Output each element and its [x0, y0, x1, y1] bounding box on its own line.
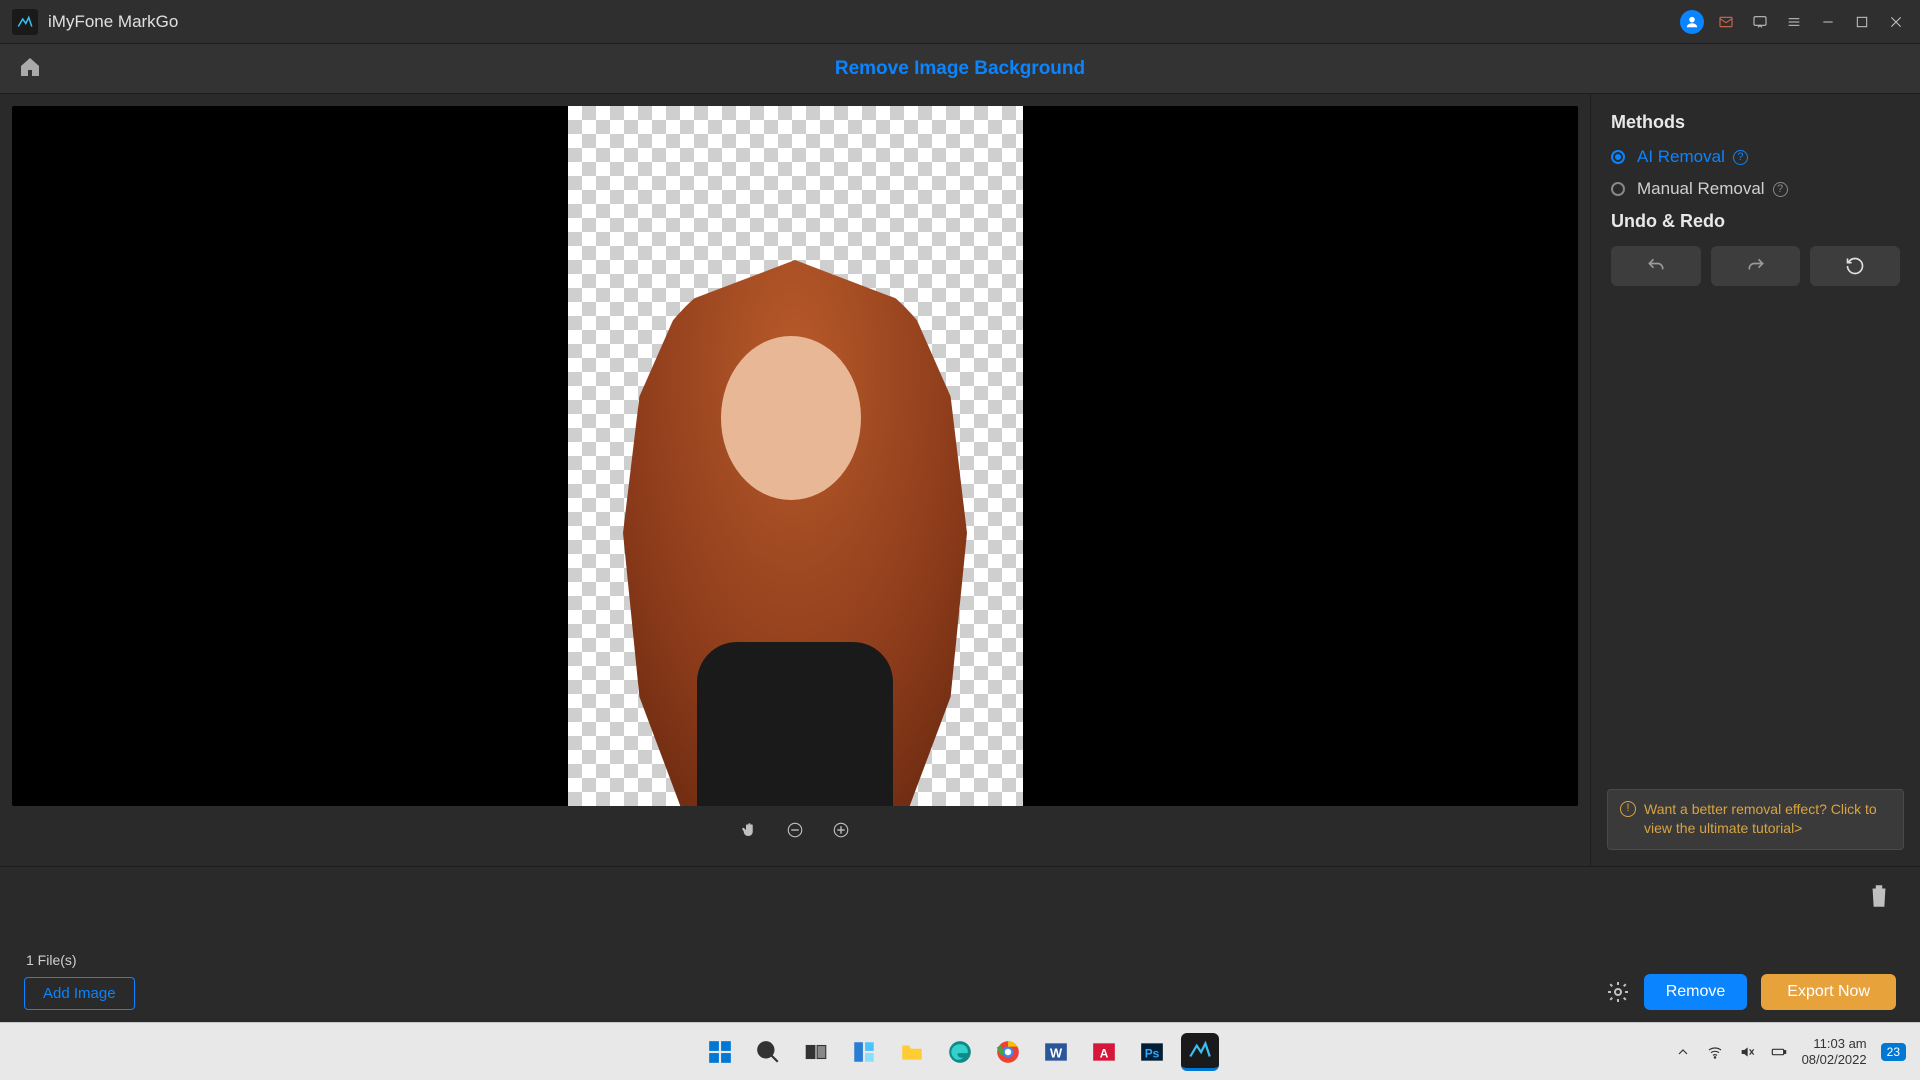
taskbar-date: 08/02/2022 — [1802, 1052, 1867, 1068]
chrome-icon[interactable] — [989, 1033, 1027, 1071]
word-icon[interactable]: W — [1037, 1033, 1075, 1071]
taskbar-time: 11:03 am — [1802, 1036, 1867, 1052]
menu-icon[interactable] — [1782, 10, 1806, 34]
method-ai-label: AI Removal — [1637, 147, 1725, 167]
home-icon[interactable] — [18, 55, 46, 83]
methods-heading: Methods — [1611, 112, 1900, 133]
undo-heading: Undo & Redo — [1611, 211, 1900, 232]
battery-icon[interactable] — [1770, 1043, 1788, 1061]
method-ai-removal[interactable]: AI Removal ? — [1611, 147, 1900, 167]
svg-text:A: A — [1100, 1046, 1109, 1060]
settings-icon[interactable] — [1606, 980, 1630, 1004]
main-area: Methods AI Removal ? Manual Removal ? Un… — [0, 94, 1920, 866]
taskbar-center: W A Ps — [701, 1033, 1219, 1071]
subject-image — [590, 260, 1000, 806]
add-image-button[interactable]: Add Image — [24, 977, 135, 1010]
svg-text:W: W — [1050, 1045, 1063, 1060]
tray-chevron-icon[interactable] — [1674, 1043, 1692, 1061]
zoom-toolbar — [12, 806, 1578, 854]
app-title: iMyFone MarkGo — [48, 12, 178, 32]
tutorial-tip-text: Want a better removal effect? Click to v… — [1644, 800, 1891, 839]
maximize-icon[interactable] — [1850, 10, 1874, 34]
start-button[interactable] — [701, 1033, 739, 1071]
pan-hand-icon[interactable] — [738, 819, 760, 841]
help-icon[interactable]: ? — [1733, 150, 1748, 165]
delete-button[interactable] — [1866, 881, 1892, 911]
image-canvas[interactable] — [12, 106, 1578, 806]
method-manual-removal[interactable]: Manual Removal ? — [1611, 179, 1900, 199]
reset-button[interactable] — [1810, 246, 1900, 286]
title-bar: iMyFone MarkGo — [0, 0, 1920, 44]
taskbar-clock[interactable]: 11:03 am 08/02/2022 — [1802, 1036, 1867, 1067]
mode-title: Remove Image Background — [835, 58, 1085, 80]
edge-icon[interactable] — [941, 1033, 979, 1071]
tutorial-tip[interactable]: ! Want a better removal effect? Click to… — [1607, 789, 1904, 850]
info-icon: ! — [1620, 801, 1636, 817]
windows-taskbar: W A Ps 11:03 am 08/02/2022 23 — [0, 1022, 1920, 1080]
task-view-icon[interactable] — [797, 1033, 835, 1071]
radio-dot-icon — [1611, 150, 1625, 164]
radio-dot-icon — [1611, 182, 1625, 196]
undo-redo-row — [1611, 246, 1900, 286]
user-account-icon[interactable] — [1680, 10, 1704, 34]
search-icon[interactable] — [749, 1033, 787, 1071]
thumbnail-strip: 1 File(s) Add Image Remove Export Now — [0, 866, 1920, 1022]
app-logo — [12, 9, 38, 35]
redo-button[interactable] — [1711, 246, 1801, 286]
zoom-in-icon[interactable] — [830, 819, 852, 841]
undo-button[interactable] — [1611, 246, 1701, 286]
feedback-icon[interactable] — [1748, 10, 1772, 34]
widgets-icon[interactable] — [845, 1033, 883, 1071]
acrobat-icon[interactable]: A — [1085, 1033, 1123, 1071]
sub-header: Remove Image Background — [0, 44, 1920, 94]
transparent-checker — [568, 106, 1023, 806]
help-icon[interactable]: ? — [1773, 182, 1788, 197]
file-explorer-icon[interactable] — [893, 1033, 931, 1071]
close-icon[interactable] — [1884, 10, 1908, 34]
system-tray: 11:03 am 08/02/2022 23 — [1674, 1036, 1906, 1067]
mail-icon[interactable] — [1714, 10, 1738, 34]
right-sidebar: Methods AI Removal ? Manual Removal ? Un… — [1590, 94, 1920, 866]
minimize-icon[interactable] — [1816, 10, 1840, 34]
svg-text:Ps: Ps — [1145, 1046, 1160, 1060]
file-count: 1 File(s) — [26, 952, 77, 968]
canvas-column — [0, 94, 1590, 866]
export-button[interactable]: Export Now — [1761, 974, 1896, 1010]
notification-badge[interactable]: 23 — [1881, 1043, 1906, 1061]
bottom-actions: Remove Export Now — [1606, 974, 1896, 1010]
zoom-out-icon[interactable] — [784, 819, 806, 841]
method-manual-label: Manual Removal — [1637, 179, 1765, 199]
wifi-icon[interactable] — [1706, 1043, 1724, 1061]
remove-button[interactable]: Remove — [1644, 974, 1748, 1010]
volume-icon[interactable] — [1738, 1043, 1756, 1061]
markgo-taskbar-icon[interactable] — [1181, 1033, 1219, 1071]
photoshop-icon[interactable]: Ps — [1133, 1033, 1171, 1071]
